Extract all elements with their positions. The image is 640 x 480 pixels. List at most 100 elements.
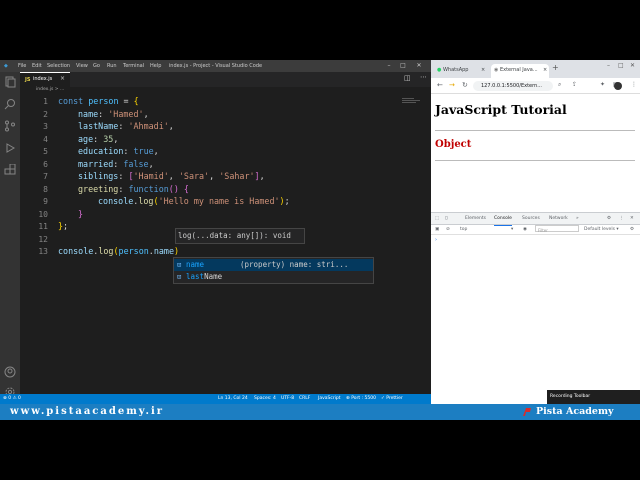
forward-arrow-icon[interactable]: → [449,81,455,89]
back-arrow-icon[interactable]: ← [437,81,443,89]
line-number: 5 [43,147,48,156]
avatar[interactable] [614,82,622,90]
code-line: married: false, [78,158,154,169]
watermark-banner: www.pistaacademy.ir Pista Academy [0,404,640,420]
breadcrumb[interactable]: index.js > ... [36,87,64,92]
tab-network[interactable]: Network [549,213,568,225]
inspect-element-icon[interactable]: ⬚ [435,213,439,225]
property-icon: ⊡ [177,273,182,281]
browser-tab-strip: ● WhatsApp × ◉ External Java... × + – □ … [431,60,640,78]
prettier-status[interactable]: ✓ Prettier [381,394,403,404]
code-line: name: 'Hamed', [78,108,149,119]
suggestion-item-name[interactable]: ⊡ name (property) name: stri... [174,259,373,271]
minimize-button[interactable]: – [607,62,610,69]
autocomplete-suggestions: ⊡ name (property) name: stri... ⊡ lastNa… [173,257,374,284]
context-selector[interactable]: top [460,225,467,235]
code-line: lastName: 'Ahmadi', [78,121,174,131]
browser-window: ● WhatsApp × ◉ External Java... × + – □ … [431,60,640,404]
title-bar: ◆ File Edit Selection View Go Run Termin… [0,60,431,72]
brand-name: Pista Academy [536,406,614,417]
end-of-line[interactable]: CRLF [299,394,310,404]
tab-label: index.js [33,76,53,82]
maximize-button[interactable]: □ [618,62,624,69]
close-window-button[interactable]: ✕ [630,62,635,69]
live-expression-eye-icon[interactable]: ◉ [523,225,527,235]
split-editor-icon[interactable]: ◫ [404,74,411,82]
sidebar-toggle-icon[interactable]: ▣ [435,225,439,235]
code-line: console.log('Hello my name is Hamed'); [98,196,290,206]
pista-logo-icon [523,408,531,416]
whatsapp-icon: ● [437,67,442,73]
browser-tab-whatsapp[interactable]: ● WhatsApp × [437,64,487,78]
line-number: 13 [38,247,48,256]
address-bar: ← → ↻ 127.0.0.1:5500/Extern... ⌕ ⇪ ✦ ▤ ⋮ [431,78,640,94]
property-icon: ⊡ [177,261,182,269]
tab-sources[interactable]: Sources [522,213,540,225]
code-editor[interactable]: 1 2 3 4 5 6 7 8 9 10 11 12 13 const pers… [20,94,431,394]
code-line: console.log(person.name) [58,246,180,256]
devtools-tabs: ⬚ ▯ Elements Console Sources Network » ⚙… [431,213,640,226]
tab-index-js[interactable]: JS index.js × [20,72,70,87]
code-line: age: 35, [78,133,119,144]
parameter-hint: log(...data: any[]): void [175,228,305,244]
code-line: education: true, [78,146,159,156]
divider [435,160,635,161]
search-icon[interactable] [4,98,16,110]
explorer-icon[interactable] [4,76,16,88]
suggestion-detail: (property) name: stri... [240,260,349,269]
source-control-icon[interactable] [4,120,16,132]
tab-close-icon[interactable]: × [60,75,65,82]
close-window-button[interactable]: ✕ [413,60,425,72]
more-tabs-button[interactable]: » [576,213,579,225]
page-subheading: Object [435,139,472,150]
url-input[interactable]: 127.0.0.1:5500/Extern... [473,81,553,91]
tab-elements[interactable]: Elements [465,213,486,225]
console-settings-icon[interactable]: ⚙ [630,225,634,235]
devtools-close-icon[interactable]: ✕ [630,213,634,225]
line-number: 2 [43,109,48,119]
line-number: 12 [38,234,48,244]
console-toolbar: ▣ ⊘ top ▾ ◉ Filter Default levels ▾ ⚙ [431,225,640,235]
device-toolbar-icon[interactable]: ▯ [445,213,447,225]
activity-bar [0,72,20,397]
cursor-position[interactable]: Ln 13, Col 24 [218,394,248,404]
globe-icon: ◉ [494,67,499,73]
reload-icon[interactable]: ↻ [462,81,468,89]
console-filter-input[interactable]: Filter [535,225,579,233]
extensions-icon[interactable]: ✦ [600,81,605,88]
console-prompt-icon[interactable]: › [435,237,437,243]
more-actions-icon[interactable]: ⋯ [420,73,427,81]
recording-toolbar[interactable]: Recording Toolbar [547,390,640,404]
suggestion-item-lastname[interactable]: ⊡ lastName [174,271,373,283]
code-line: }; [58,221,69,231]
new-tab-button[interactable]: + [552,63,559,72]
browser-tab-active[interactable]: ◉ External Java... × [491,64,549,78]
line-number: 9 [43,197,48,206]
problems-indicator[interactable]: ⊗ 0 ⚠ 0 [3,394,21,404]
clear-console-icon[interactable]: ⊘ [446,225,450,235]
run-debug-icon[interactable] [4,142,16,154]
devtools-menu-icon[interactable]: ⋮ [619,213,624,225]
log-levels-dropdown[interactable]: Default levels ▾ [584,225,619,235]
browser-menu-icon[interactable]: ⋮ [631,81,637,88]
status-bar: ⊗ 0 ⚠ 0 Ln 13, Col 24 Spaces: 4 UTF-8 CR… [0,394,431,404]
website-url-text: www.pistaacademy.ir [10,406,165,417]
maximize-button[interactable]: □ [397,60,409,72]
encoding[interactable]: UTF-8 [281,394,294,404]
indentation[interactable]: Spaces: 4 [254,394,276,404]
line-number: 8 [43,184,48,194]
devtools-settings-icon[interactable]: ⚙ [607,213,611,225]
minimize-button[interactable]: – [383,60,395,72]
code-line: siblings: ['Hamid', 'Sara', 'Sahar'], [78,171,265,181]
line-number: 3 [43,122,48,131]
language-mode[interactable]: JavaScript [318,394,341,404]
extensions-icon[interactable] [4,164,16,176]
line-number: 11 [38,222,48,231]
share-icon[interactable]: ⇪ [572,81,577,88]
page-heading: JavaScript Tutorial [435,102,567,117]
account-icon[interactable] [4,366,16,378]
live-server-port[interactable]: ⊕ Port : 5500 [346,394,376,404]
chevron-down-icon[interactable]: ▾ [511,225,513,235]
zoom-icon[interactable]: ⌕ [558,81,561,89]
line-number: 4 [43,134,48,144]
